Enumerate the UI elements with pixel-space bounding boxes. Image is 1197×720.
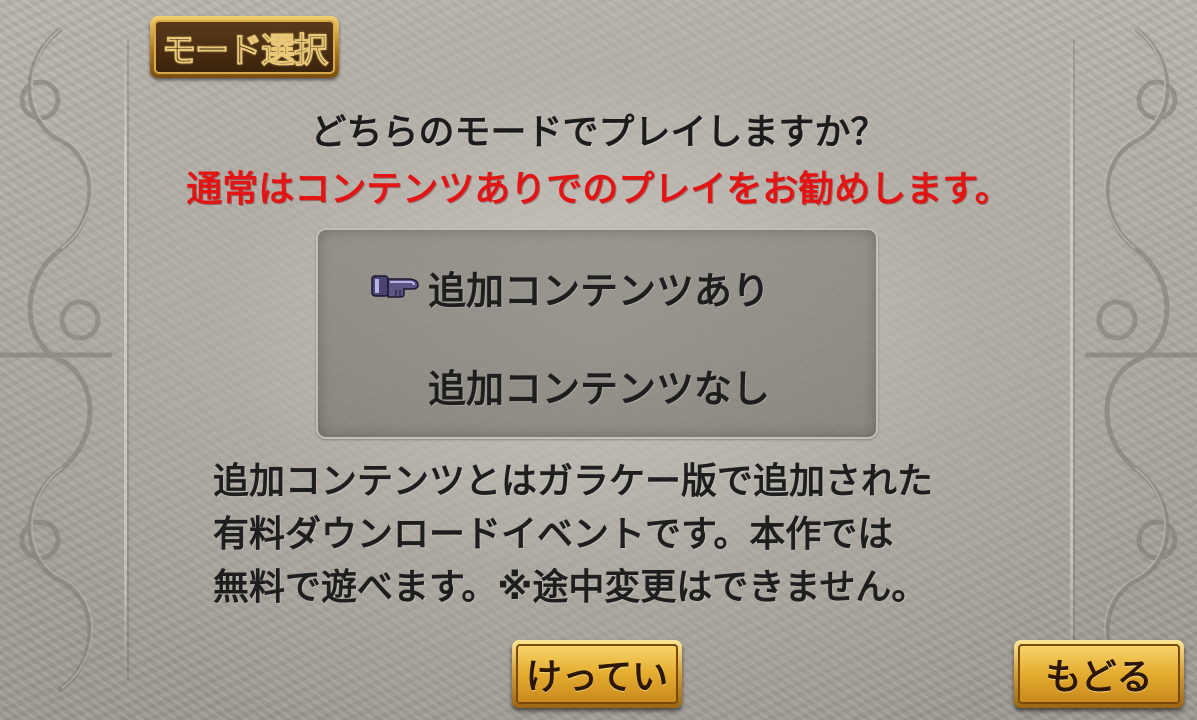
description-text: 追加コンテンツとはガラケー版で追加された 有料ダウンロードイベントです。本作では… [213,455,1013,614]
mode-title-badge: モード選択 [150,16,339,78]
back-button[interactable]: もどる [1014,640,1184,708]
option-without-contents[interactable]: 追加コンテンツなし [428,358,770,413]
question-text: どちらのモードでプレイしますか？ [310,112,887,153]
recommendation-text: 通常はコンテンツありでのプレイをお勧めします。 [186,169,1011,210]
description-line: 無料で遊べます。※途中変更はできません。 [213,567,928,608]
back-button-face: もどる [1018,644,1180,704]
game-screen: モード選択 どちらのモードでプレイしますか？ 通常はコンテンツありでのプレイをお… [0,0,1197,720]
confirm-button-face: けってい [516,644,678,704]
mode-title-badge-inner: モード選択 [154,20,335,74]
option-with-contents[interactable]: 追加コンテンツあり [428,260,770,315]
mode-title: モード選択 [162,30,329,71]
description-line: 追加コンテンツとはガラケー版で追加された [213,461,934,502]
back-button-label: もどる [1045,657,1153,698]
confirm-button[interactable]: けってい [512,640,682,708]
gauntlet-pointer-icon [371,275,419,298]
description-line: 有料ダウンロードイベントです。本作では [213,514,894,555]
confirm-button-label: けってい [525,657,669,698]
